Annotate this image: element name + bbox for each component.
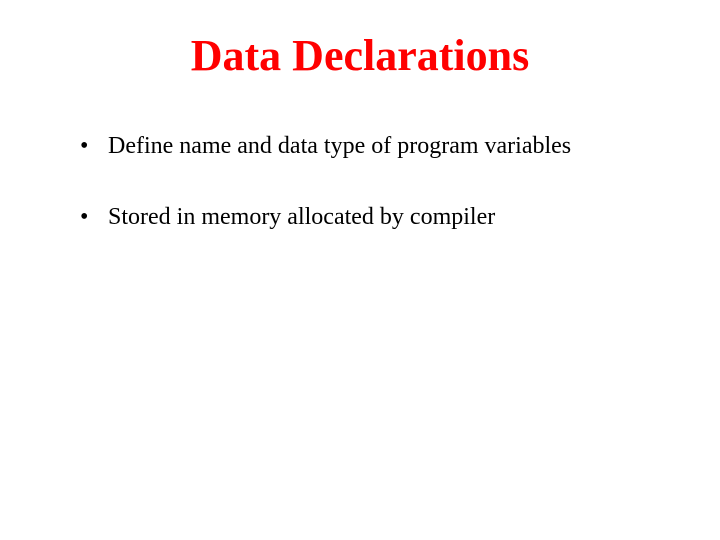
slide-title: Data Declarations [60,30,660,81]
bullet-item: Define name and data type of program var… [80,131,660,162]
bullet-item: Stored in memory allocated by compiler [80,202,660,233]
bullet-list: Define name and data type of program var… [60,131,660,233]
